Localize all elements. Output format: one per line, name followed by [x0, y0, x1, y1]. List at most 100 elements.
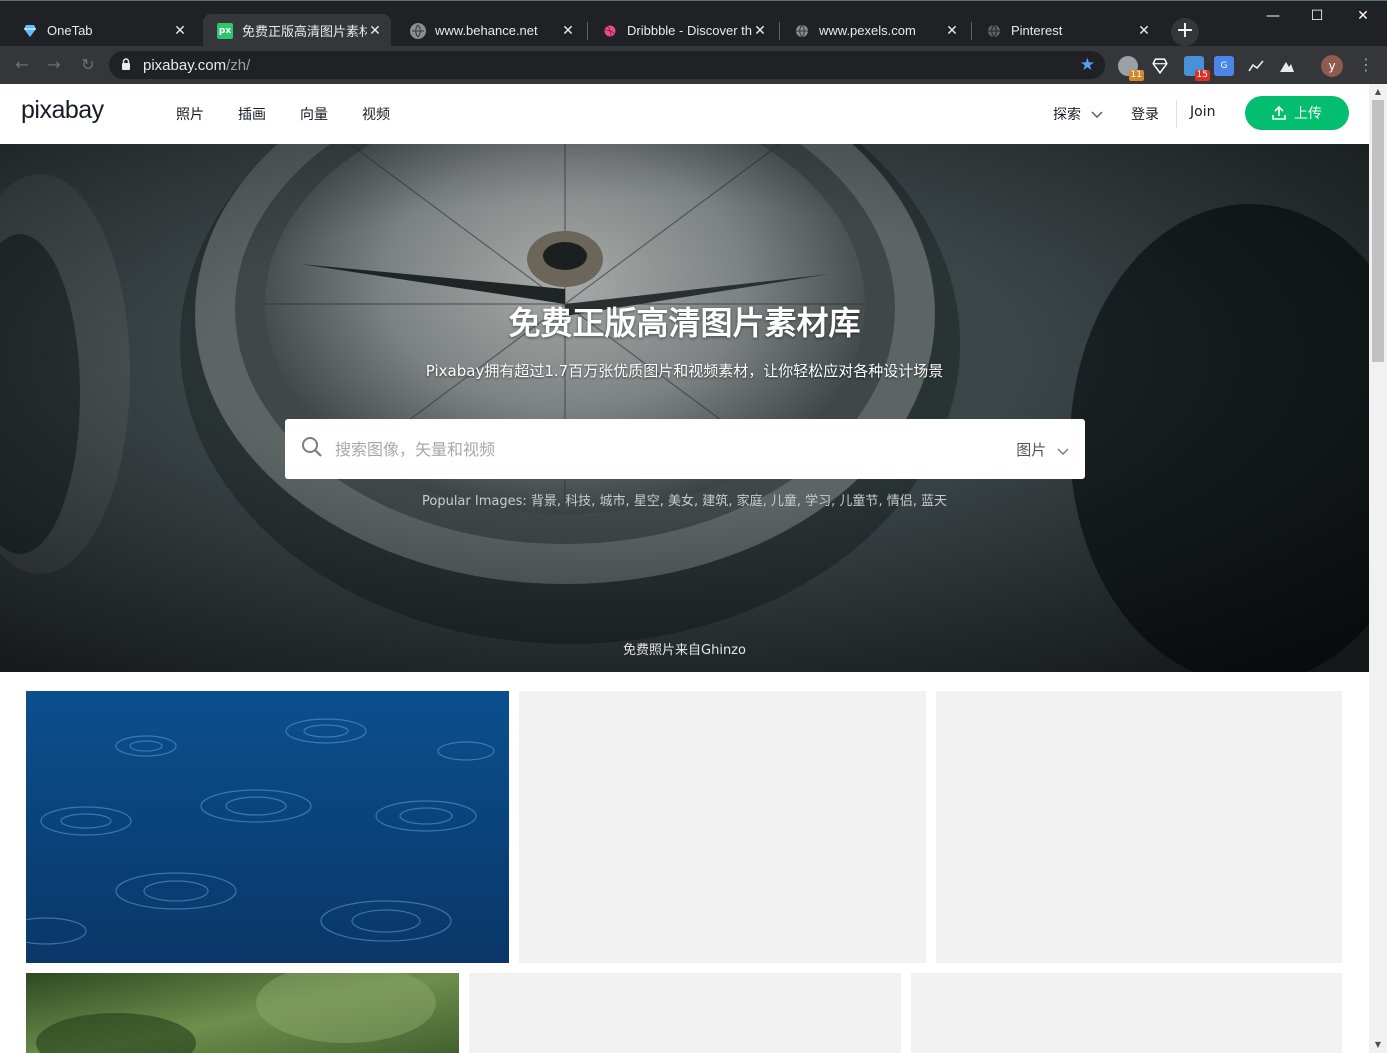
pixabay-logo[interactable]: pixabay: [21, 96, 104, 125]
url-host: pixabay.com: [143, 56, 227, 74]
upload-label: 上传: [1294, 106, 1322, 122]
image-tile-green[interactable]: [26, 973, 459, 1053]
tab-dribbble[interactable]: Dribbble - Discover the ✕: [588, 14, 776, 47]
image-tile-placeholder[interactable]: [911, 973, 1342, 1053]
nav-photos[interactable]: 照片: [176, 104, 204, 124]
explore-dropdown[interactable]: 探索: [1053, 104, 1103, 124]
mountain-extension-icon[interactable]: [1277, 56, 1297, 76]
upload-button[interactable]: 上传: [1245, 96, 1349, 130]
chart-extension-icon[interactable]: [1246, 56, 1266, 76]
header-divider: [1176, 100, 1177, 128]
hero-title: 免费正版高清图片素材库: [508, 304, 861, 342]
bookmark-star-icon[interactable]: ★: [1080, 55, 1095, 75]
search-type-label: 图片: [1016, 441, 1047, 459]
globe-icon: [986, 23, 1002, 39]
hero-subtitle: Pixabay拥有超过1.7百万张优质图片和视频素材，让你轻松应对各种设计场景: [425, 362, 944, 380]
tab-onetab[interactable]: OneTab ✕: [8, 14, 196, 47]
tab-title: www.behance.net: [435, 23, 538, 38]
popular-images: Popular Images: 背景, 科技, 城市, 星空, 美女, 建筑, …: [0, 490, 1369, 509]
new-tab-button[interactable]: +: [1171, 18, 1199, 46]
close-tab-icon[interactable]: ✕: [752, 23, 768, 39]
extension-icon[interactable]: 11: [1118, 56, 1144, 81]
tab-pixabay[interactable]: px 免费正版高清图片素材库 ✕: [203, 14, 391, 47]
popular-tag-link[interactable]: 情侣: [887, 494, 913, 509]
tab-title: Dribbble - Discover the: [627, 23, 752, 38]
search-input[interactable]: [335, 437, 995, 461]
close-tab-icon[interactable]: ✕: [172, 23, 188, 39]
image-tile-placeholder[interactable]: [936, 691, 1342, 963]
image-tile-rain[interactable]: [26, 691, 509, 963]
popular-tag-link[interactable]: 学习: [805, 494, 831, 509]
image-tile-placeholder[interactable]: [469, 973, 901, 1053]
close-tab-icon[interactable]: ✕: [944, 23, 960, 39]
maximize-icon[interactable]: ☐: [1294, 5, 1340, 27]
reload-icon[interactable]: ↻: [78, 55, 98, 75]
rain-ripples-image: [26, 691, 509, 963]
nav-videos[interactable]: 视频: [362, 104, 390, 124]
close-tab-icon[interactable]: ✕: [367, 23, 383, 39]
forward-icon[interactable]: →: [44, 55, 64, 75]
popular-tag-link[interactable]: 儿童: [771, 494, 797, 509]
popular-tag-link[interactable]: 儿童节: [839, 494, 878, 509]
login-link[interactable]: 登录: [1131, 104, 1159, 124]
hero-background-image: [0, 144, 1369, 672]
google-translate-icon[interactable]: G: [1214, 56, 1234, 76]
scroll-down-icon[interactable]: ▼: [1369, 1037, 1387, 1053]
popular-tag-link[interactable]: 科技: [565, 494, 591, 509]
close-tab-icon[interactable]: ✕: [1136, 23, 1152, 39]
pixabay-favicon: px: [217, 22, 233, 39]
close-tab-icon[interactable]: ✕: [560, 23, 576, 39]
popular-tag-link[interactable]: 背景: [531, 494, 557, 509]
popular-tag-link[interactable]: 蓝天: [921, 494, 947, 509]
tab-pexels[interactable]: www.pexels.com ✕: [780, 14, 968, 47]
popular-tag-link[interactable]: 城市: [599, 494, 625, 509]
url-path: /zh/: [226, 56, 251, 74]
explore-label: 探索: [1053, 107, 1081, 123]
url-text: pixabay.com/zh/: [143, 57, 250, 74]
nav-illustrations[interactable]: 插画: [238, 104, 266, 124]
site-header: pixabay 照片 插画 向量 视频 探索 登录 Join 上传: [0, 84, 1369, 144]
scrollbar-thumb[interactable]: [1372, 100, 1384, 362]
chevron-down-icon: [1091, 107, 1103, 123]
extension-badge: 11: [1128, 70, 1144, 81]
popular-tag-link[interactable]: 建筑: [702, 494, 728, 509]
green-foliage-image: [26, 973, 459, 1053]
back-icon[interactable]: ←: [12, 55, 32, 75]
popular-tag-link[interactable]: 美女: [668, 494, 694, 509]
tab-strip: OneTab ✕ px 免费正版高清图片素材库 ✕ www.behance.ne…: [0, 0, 1387, 47]
search-icon[interactable]: [301, 436, 323, 462]
image-tile-placeholder[interactable]: [519, 691, 926, 963]
browser-toolbar: ← → ↻ pixabay.com/zh/ ★ 11 15 G y ⋮: [0, 46, 1387, 84]
address-bar[interactable]: pixabay.com/zh/ ★: [109, 51, 1105, 79]
chevron-down-icon: [1057, 442, 1069, 460]
browser-chrome: OneTab ✕ px 免费正版高清图片素材库 ✕ www.behance.ne…: [0, 0, 1387, 84]
upload-icon: [1272, 106, 1286, 120]
photo-credit[interactable]: 免费照片来自Ghinzo: [0, 639, 1369, 658]
profile-avatar[interactable]: y: [1321, 55, 1343, 77]
extension-badge: 15: [1194, 70, 1210, 81]
popular-tag-link[interactable]: 家庭: [737, 494, 763, 509]
tab-title: www.pexels.com: [819, 23, 916, 38]
popular-tags: 背景, 科技, 城市, 星空, 美女, 建筑, 家庭, 儿童, 学习, 儿童节,…: [530, 494, 947, 509]
close-window-icon[interactable]: ✕: [1340, 5, 1386, 27]
nav-vectors[interactable]: 向量: [300, 104, 328, 124]
dribbble-favicon: [602, 23, 618, 39]
minimize-icon[interactable]: —: [1250, 5, 1296, 27]
diamond-extension-icon[interactable]: [1150, 56, 1170, 76]
popular-label: Popular Images:: [422, 494, 527, 509]
menu-kebab-icon[interactable]: ⋮: [1356, 55, 1376, 75]
scroll-up-icon[interactable]: ▲: [1369, 84, 1387, 100]
globe-icon: [410, 22, 426, 39]
page-scrollbar[interactable]: ▲ ▼: [1369, 84, 1387, 1053]
search-type-dropdown[interactable]: 图片: [1016, 439, 1069, 460]
tab-title: Pinterest: [1011, 23, 1063, 38]
join-link[interactable]: Join: [1190, 104, 1215, 120]
extension-icon[interactable]: 15: [1184, 56, 1210, 81]
globe-icon: [794, 23, 810, 39]
tab-title: OneTab: [47, 23, 93, 38]
popular-tag-link[interactable]: 星空: [634, 494, 660, 509]
tab-pinterest[interactable]: Pinterest ✕: [972, 14, 1160, 47]
tab-behance[interactable]: www.behance.net ✕: [396, 14, 584, 47]
page: pixabay 照片 插画 向量 视频 探索 登录 Join 上传 免费正版高清…: [0, 84, 1369, 1053]
tab-title: 免费正版高清图片素材库: [242, 24, 367, 39]
